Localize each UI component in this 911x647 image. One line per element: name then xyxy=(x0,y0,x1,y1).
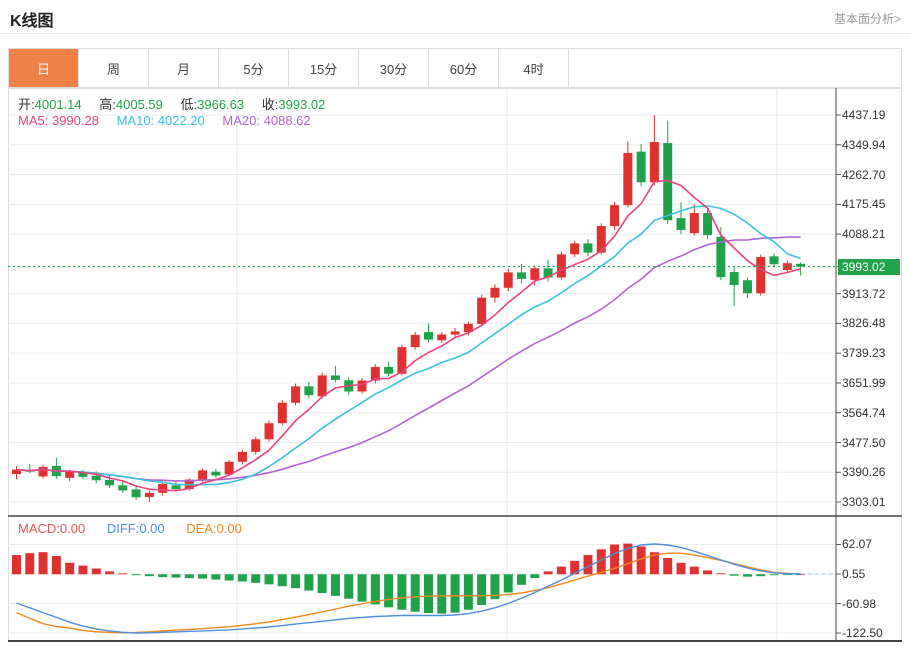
price-axis-label: 3564.74 xyxy=(842,406,885,420)
price-axis-label: 3477.50 xyxy=(842,436,885,450)
ma20-value: 4088.62 xyxy=(264,113,311,128)
tab-60min[interactable]: 60分 xyxy=(429,49,499,87)
macd-axis-label: -122.50 xyxy=(842,626,883,640)
macd-axis-label: 62.07 xyxy=(842,537,872,551)
high-value: 4005.59 xyxy=(116,97,163,112)
price-axis-label: 3390.26 xyxy=(842,465,885,479)
close-label: 收: xyxy=(262,97,279,112)
tab-15min[interactable]: 15分 xyxy=(289,49,359,87)
tab-day[interactable]: 日 xyxy=(9,49,79,87)
tab-week[interactable]: 周 xyxy=(79,49,149,87)
price-axis-label: 3739.23 xyxy=(842,346,885,360)
macd-axis-label: 0.55 xyxy=(842,567,865,581)
ma5-value: 3990.28 xyxy=(52,113,99,128)
diff-value: DIFF:0.00 xyxy=(107,521,165,536)
macd-axis-label: -60.98 xyxy=(842,597,876,611)
price-axis-label: 3826.48 xyxy=(842,316,885,330)
low-label: 低: xyxy=(181,97,198,112)
macd-header-row: MACD:0.00 DIFF:0.00 DEA:0.00 xyxy=(18,521,260,536)
ma10-value: 4022.20 xyxy=(158,113,205,128)
ma5-label: MA5: xyxy=(18,113,48,128)
tab-4hour[interactable]: 4时 xyxy=(499,49,569,87)
tab-5min[interactable]: 5分 xyxy=(219,49,289,87)
ma10-label: MA10: xyxy=(117,113,155,128)
tab-month[interactable]: 月 xyxy=(149,49,219,87)
tabbar-filler xyxy=(569,49,901,87)
price-axis-label: 4437.19 xyxy=(842,108,885,122)
fundamental-analysis-link[interactable]: 基本面分析> xyxy=(834,10,901,27)
dea-value: DEA:0.00 xyxy=(186,521,242,536)
kline-page: K线图 基本面分析> 日 周 月 5分 15分 30分 60分 4时 开:400… xyxy=(0,0,911,647)
price-axis-label: 3913.72 xyxy=(842,287,885,301)
price-axis-label: 3303.01 xyxy=(842,495,885,509)
price-axis-label: 4088.21 xyxy=(842,227,885,241)
ma-info-row: MA5: 3990.28 MA10: 4022.20 MA20: 4088.62 xyxy=(18,113,325,128)
current-price-tag: 3993.02 xyxy=(838,259,900,275)
title-divider xyxy=(0,33,911,34)
low-value: 3966.63 xyxy=(197,97,244,112)
chart-container xyxy=(8,88,902,642)
price-axis-label: 3651.99 xyxy=(842,376,885,390)
open-label: 开: xyxy=(18,97,35,112)
page-title: K线图 xyxy=(10,7,54,31)
high-label: 高: xyxy=(99,97,116,112)
price-axis-label: 4175.45 xyxy=(842,197,885,211)
price-axis-label: 4349.94 xyxy=(842,138,885,152)
price-axis-label: 4262.70 xyxy=(842,168,885,182)
ohlc-info-row: 开:4001.14 高:4005.59 低:3966.63 收:3993.02 xyxy=(18,94,339,113)
tab-30min[interactable]: 30分 xyxy=(359,49,429,87)
macd-value: MACD:0.00 xyxy=(18,521,85,536)
open-value: 4001.14 xyxy=(35,97,82,112)
close-value: 3993.02 xyxy=(278,97,325,112)
ma20-label: MA20: xyxy=(222,113,260,128)
period-tabbar: 日 周 月 5分 15分 30分 60分 4时 xyxy=(8,48,902,88)
